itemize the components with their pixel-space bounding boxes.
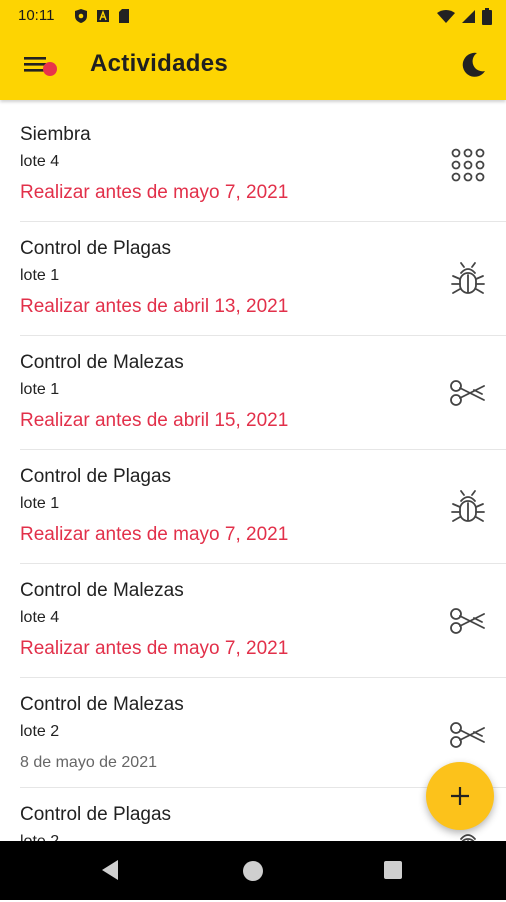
activity-lote: lote 4 — [20, 153, 60, 170]
activity-due: Realizar antes de abril 15, 2021 — [20, 410, 289, 431]
app-bar: 10:11 Actividades — [0, 0, 506, 100]
scissors-icon — [450, 608, 485, 634]
list-item[interactable]: Control de Malezas lote 1 Realizar antes… — [20, 336, 506, 450]
activity-due: Realizar antes de mayo 7, 2021 — [20, 524, 289, 545]
activity-title: Control de Plagas — [20, 238, 172, 259]
home-icon[interactable] — [243, 861, 263, 881]
recent-apps-icon[interactable] — [384, 861, 402, 879]
activity-due: Realizar antes de mayo 7, 2021 — [20, 638, 289, 659]
system-navigation-bar — [0, 841, 506, 900]
dark-mode-toggle[interactable] — [458, 50, 488, 80]
toolbar: Actividades — [0, 32, 506, 100]
signal-icon — [462, 10, 475, 23]
activity-title: Control de Malezas — [20, 694, 184, 715]
notification-dot — [43, 62, 57, 76]
activity-date: 8 de mayo de 2021 — [20, 754, 157, 771]
status-notification-icons — [74, 8, 130, 24]
page-title: Actividades — [90, 50, 229, 77]
back-icon[interactable] — [100, 859, 120, 881]
activity-title: Control de Plagas — [20, 466, 172, 487]
activity-due: Realizar antes de abril 13, 2021 — [20, 296, 289, 317]
list-item[interactable]: Control de Plagas lote 1 Realizar antes … — [20, 450, 506, 564]
battery-icon — [482, 8, 492, 25]
shield-icon — [75, 9, 87, 23]
activity-lote: lote 1 — [20, 495, 60, 512]
activity-lote: lote 1 — [20, 267, 60, 284]
bug-icon — [451, 490, 485, 522]
activity-lote: lote 2 — [20, 723, 60, 740]
sd-card-icon — [119, 9, 129, 23]
activity-title: Control de Malezas — [20, 352, 184, 373]
add-activity-button[interactable] — [426, 762, 494, 830]
menu-button[interactable] — [20, 50, 64, 84]
activity-lote: lote 4 — [20, 609, 60, 626]
list-item[interactable]: Siembra lote 4 Realizar antes de mayo 7,… — [20, 108, 506, 222]
status-system-icons — [437, 8, 492, 25]
activity-due: Realizar antes de mayo 7, 2021 — [20, 182, 289, 203]
scissors-icon — [450, 380, 485, 406]
activity-title: Control de Malezas — [20, 580, 184, 601]
activity-title: Control de Plagas — [20, 804, 172, 825]
status-bar: 10:11 — [0, 0, 506, 32]
bug-icon — [451, 262, 485, 294]
activity-lote: lote 1 — [20, 381, 60, 398]
plus-icon — [451, 787, 469, 805]
list-item[interactable]: Control de Malezas lote 2 8 de mayo de 2… — [20, 678, 506, 788]
scissors-icon — [450, 722, 485, 748]
font-icon — [97, 10, 109, 22]
activity-title: Siembra — [20, 124, 91, 145]
grid-icon — [451, 148, 485, 182]
list-item[interactable]: Control de Malezas lote 4 Realizar antes… — [20, 564, 506, 678]
status-time: 10:11 — [18, 7, 55, 24]
list-item[interactable]: Control de Plagas lote 1 Realizar antes … — [20, 222, 506, 336]
wifi-icon — [437, 9, 455, 23]
moon-icon — [462, 52, 485, 77]
